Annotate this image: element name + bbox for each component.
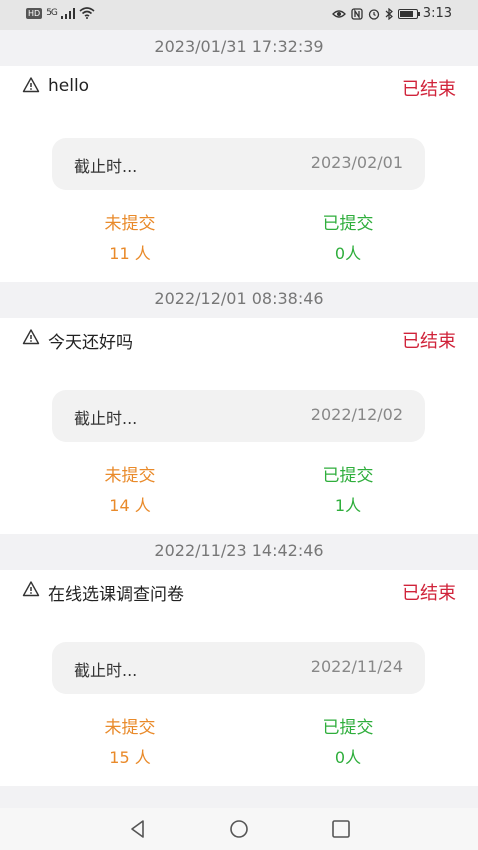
survey-item: 2023/01/31 17:32:39 hello 已结束截止时... 2023/02… [0,30,478,282]
submitted-label: 已提交 [322,718,374,738]
pending-stat[interactable]: 未提交 15 人 [70,716,190,770]
survey-card[interactable]: 在线选课调查问卷 已结束截止时... 2022/11/24 未提交 15 人 已提交 0人 [0,570,478,786]
survey-list[interactable]: 2023/01/31 17:32:39 hello 已结束 截止时... 2023/02… [0,30,478,786]
survey-title: 在线选课调查问卷 [48,585,184,605]
submitted-count: 0人 [334,748,362,767]
home-icon[interactable] [228,818,250,840]
pending-label: 未提交 [104,718,156,738]
pending-count: 15 人 [109,748,151,767]
deadline-label: 截止时... [74,157,138,176]
pending-stat[interactable]: 未提交 14 人 [70,464,190,518]
signal-icon [60,7,75,19]
submitted-label: 已提交 [322,214,374,234]
survey-card[interactable]: 今天还好吗 已结束截止时... 2022/12/02 未提交 14 人 已提交 1人 [0,318,478,534]
status-bar: HD 5G 3:13 [0,0,478,30]
survey-status: 已结束 [402,79,456,100]
pending-count: 11 人 [109,244,151,263]
survey-status: 已结束 [402,583,456,604]
warning-icon [22,581,40,597]
eye-icon [331,9,346,18]
deadline-box: 截止时... 2022/12/02 [52,390,425,442]
survey-title: 今天还好吗 [48,333,133,353]
deadline-date: 2022/11/24 [310,657,403,676]
deadline-label: 截止时... [74,409,138,428]
network-type: 5G [46,8,58,18]
survey-item: 2022/12/01 08:38:46 今天还好吗 已结束截止时... 2022/12… [0,282,478,534]
pending-stat[interactable]: 未提交 11 人 [70,212,190,266]
survey-created-time: 2022/11/23 14:42:46 [0,534,478,570]
deadline-label: 截止时... [74,661,138,680]
warning-icon [22,329,40,345]
pending-label: 未提交 [104,466,156,486]
deadline-date: 2023/02/01 [310,153,403,172]
system-nav-bar [0,808,478,850]
survey-item: 2022/11/23 14:42:46 在线选课调查问卷 已结束截止时... 2022… [0,534,478,786]
back-icon[interactable] [127,818,149,840]
pending-label: 未提交 [104,214,156,234]
deadline-date: 2022/12/02 [310,405,403,424]
battery-icon [397,8,420,19]
submitted-stat[interactable]: 已提交 1人 [288,464,408,518]
hd-badge: HD [26,7,43,19]
nfc-icon [351,7,363,20]
deadline-box: 截止时... 2023/02/01 [52,138,425,190]
survey-status: 已结束 [402,331,456,352]
recents-icon[interactable] [330,818,352,840]
submitted-label: 已提交 [322,466,374,486]
submitted-count: 0人 [334,244,362,263]
status-time: 3:13 [422,6,452,21]
bluetooth-icon [385,7,393,20]
status-left: HD 5G [26,7,95,19]
survey-created-time: 2023/01/31 17:32:39 [0,30,478,66]
submitted-stat[interactable]: 已提交 0人 [288,212,408,266]
alarm-icon [368,8,379,20]
submitted-count: 1人 [334,496,362,515]
submitted-stat[interactable]: 已提交 0人 [288,716,408,770]
status-right: 3:13 [331,6,452,21]
warning-icon [22,77,40,93]
pending-count: 14 人 [109,496,151,515]
survey-card[interactable]: hello 已结束截止时... 2023/02/01 未提交 11 人 已提交 0人 [0,66,478,282]
deadline-box: 截止时... 2022/11/24 [52,642,425,694]
wifi-icon [79,7,95,19]
survey-title: hello [48,76,90,96]
survey-created-time: 2022/12/01 08:38:46 [0,282,478,318]
